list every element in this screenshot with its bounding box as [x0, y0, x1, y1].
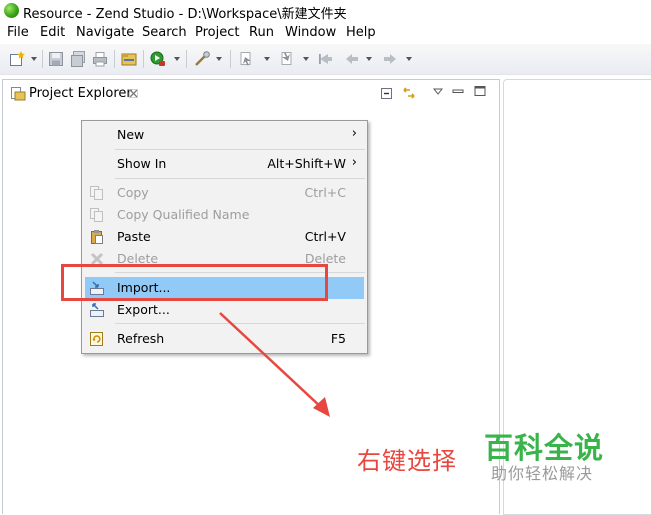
menu-search[interactable]: Search	[142, 25, 187, 40]
submenu-arrow-icon: ›	[351, 126, 357, 141]
menu-item-label: Export...	[117, 302, 170, 317]
context-menu-item-copy-qualified-name[interactable]: Copy Qualified Name	[85, 204, 364, 226]
debug-dropdown-arrow-icon[interactable]	[174, 57, 180, 61]
paste-icon	[91, 230, 103, 244]
tab-project-explorer[interactable]: Project Explorer	[5, 80, 147, 106]
forward-icon[interactable]	[382, 51, 398, 67]
copy-icon	[90, 186, 103, 200]
toolbar-separator	[186, 50, 187, 68]
context-menu-item-new[interactable]: New ›	[85, 124, 364, 146]
toolbar-separator	[114, 50, 115, 68]
menu-item-label: Refresh	[117, 331, 165, 346]
menu-item-shortcut: F5	[330, 331, 346, 346]
menu-item-label: Copy Qualified Name	[117, 207, 250, 222]
toolbar-separator	[143, 50, 144, 68]
menu-separator	[115, 178, 365, 179]
menu-navigate[interactable]: Navigate	[76, 25, 134, 40]
window-title: Resource - Zend Studio - D:\Workspace\新建…	[23, 7, 347, 22]
new-wizard-icon[interactable]	[9, 51, 25, 67]
context-menu-item-refresh[interactable]: Refresh F5	[85, 328, 364, 350]
view-menu-icon[interactable]	[433, 88, 443, 96]
save-icon[interactable]	[48, 51, 64, 67]
refresh-icon	[90, 332, 103, 346]
run-tool-dropdown-arrow-icon[interactable]	[216, 57, 222, 61]
project-explorer-header: Project Explorer	[3, 80, 499, 106]
menu-project[interactable]: Project	[195, 25, 239, 40]
menu-item-shortcut: Ctrl+V	[304, 229, 346, 244]
menu-run[interactable]: Run	[249, 25, 274, 40]
next-annotation-icon[interactable]	[238, 51, 254, 67]
next-annotation-dropdown-arrow-icon[interactable]	[264, 57, 270, 61]
menu-window[interactable]: Window	[285, 25, 336, 40]
watermark-subtitle: 助你轻松解决	[491, 464, 594, 483]
export-icon	[90, 303, 104, 317]
menu-item-label: New	[117, 127, 145, 142]
project-explorer-tab-label: Project Explorer	[29, 86, 132, 101]
copy-qualified-name-icon	[90, 208, 103, 222]
context-menu-item-paste[interactable]: Paste Ctrl+V	[85, 226, 364, 248]
save-all-icon[interactable]	[70, 51, 86, 67]
context-menu-item-copy[interactable]: Copy Ctrl+C	[85, 182, 364, 204]
annotation-text: 右键选择	[357, 447, 457, 475]
menu-bar: File Edit Navigate Search Project Run Wi…	[0, 22, 651, 42]
submenu-arrow-icon: ›	[351, 155, 357, 170]
main-toolbar	[0, 44, 651, 75]
close-tab-icon[interactable]	[129, 89, 138, 98]
menu-file[interactable]: File	[7, 25, 29, 40]
minimize-icon[interactable]	[452, 85, 464, 97]
menu-item-shortcut: Ctrl+C	[304, 185, 346, 200]
debug-run-icon[interactable]	[150, 51, 166, 67]
link-with-editor-icon[interactable]	[401, 85, 417, 101]
menu-separator	[115, 323, 365, 324]
project-explorer-icon	[11, 87, 26, 101]
print-icon[interactable]	[92, 51, 108, 67]
menu-help[interactable]: Help	[346, 25, 376, 40]
prev-annotation-dropdown-arrow-icon[interactable]	[303, 57, 309, 61]
run-tool-icon[interactable]	[194, 51, 210, 67]
last-edit-icon[interactable]	[318, 51, 334, 67]
back-dropdown-arrow-icon[interactable]	[366, 57, 372, 61]
annotation-highlight-box	[61, 264, 328, 301]
forward-dropdown-arrow-icon[interactable]	[406, 57, 412, 61]
context-menu: New › Show In Alt+Shift+W › Copy Ctrl+C …	[81, 120, 368, 354]
title-bar: Resource - Zend Studio - D:\Workspace\新建…	[0, 0, 651, 22]
prev-annotation-icon[interactable]	[279, 51, 295, 67]
back-icon[interactable]	[344, 51, 360, 67]
zend-studio-logo-icon	[4, 3, 19, 18]
maximize-icon[interactable]	[474, 85, 486, 97]
menu-item-shortcut: Alt+Shift+W	[267, 156, 346, 171]
new-dropdown-arrow-icon[interactable]	[31, 57, 37, 61]
menu-edit[interactable]: Edit	[40, 25, 65, 40]
menu-item-label: Paste	[117, 229, 151, 244]
menu-item-label: Copy	[117, 185, 149, 200]
menu-item-label: Show In	[117, 156, 167, 171]
menu-separator	[115, 149, 365, 150]
toolbar-separator	[42, 50, 43, 68]
context-menu-item-export[interactable]: Export...	[85, 299, 364, 321]
toolbar-separator	[230, 50, 231, 68]
context-menu-item-show-in[interactable]: Show In Alt+Shift+W ›	[85, 153, 364, 175]
collapse-all-icon[interactable]	[380, 87, 393, 100]
open-type-icon[interactable]	[121, 51, 137, 67]
